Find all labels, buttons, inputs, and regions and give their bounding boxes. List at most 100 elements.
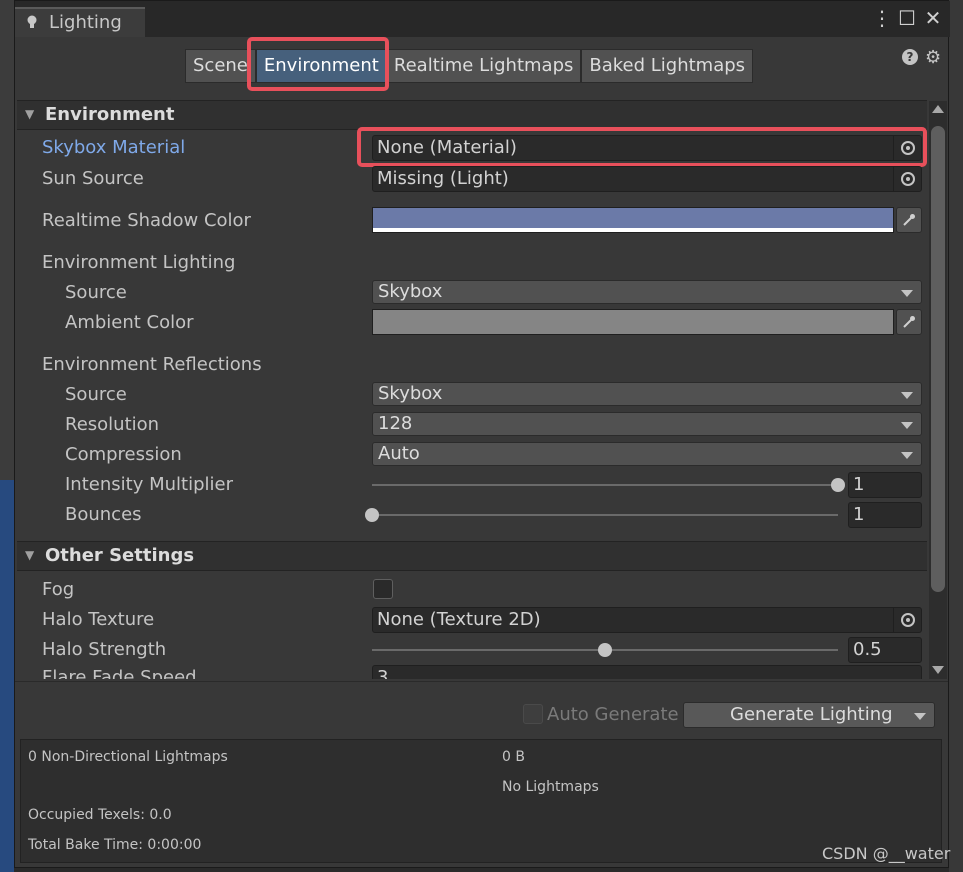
reflection-source-dropdown[interactable]: Skybox (372, 382, 922, 406)
generate-lighting-button[interactable]: Generate Lighting (683, 702, 935, 728)
scrollbar-thumb[interactable] (931, 126, 945, 592)
bounces-field[interactable]: 1 (848, 502, 922, 528)
dropdown-caret-icon (901, 452, 913, 459)
label-skybox-material: Skybox Material (42, 137, 186, 158)
halo-strength-value: 0.5 (853, 639, 882, 660)
label-lighting-source: Source (65, 282, 127, 303)
auto-generate-checkbox[interactable] (523, 704, 543, 724)
intensity-slider-track[interactable] (372, 484, 838, 486)
dropdown-caret-icon (901, 392, 913, 399)
label-fog: Fog (42, 579, 75, 600)
intensity-slider-thumb[interactable] (831, 478, 845, 492)
compression-value: Auto (378, 443, 420, 464)
collapse-arrow-icon: ▼ (25, 107, 35, 121)
lighting-window: Lighting ⋮ ☐ ✕ Scene Environment Realtim… (14, 0, 950, 868)
scroll-clip: Flare Fade Speed 3 (15, 663, 927, 679)
ambient-color-swatch (373, 310, 893, 334)
object-picker-icon[interactable] (893, 167, 921, 191)
background-panel-left (0, 0, 14, 872)
label-environment-reflections: Environment Reflections (42, 354, 262, 375)
bounces-value: 1 (853, 504, 865, 525)
dropdown-caret-icon[interactable] (914, 713, 926, 720)
tab-scene[interactable]: Scene (185, 49, 256, 83)
flare-fade-speed-value: 3 (377, 667, 389, 679)
maximize-icon[interactable]: ☐ (898, 7, 916, 29)
resolution-value: 128 (378, 413, 413, 434)
bounces-slider-track[interactable] (372, 514, 838, 516)
halo-texture-field[interactable]: None (Texture 2D) (372, 607, 922, 633)
eyedropper-icon (903, 316, 915, 328)
section-title-environment: Environment (45, 104, 175, 125)
tab-realtime-lightmaps[interactable]: Realtime Lightmaps (385, 49, 582, 83)
label-resolution: Resolution (65, 414, 160, 435)
label-bounces: Bounces (65, 504, 142, 525)
more-options-icon[interactable]: ⋮ (872, 7, 892, 29)
halo-strength-slider-thumb[interactable] (598, 643, 612, 657)
fog-checkbox[interactable] (373, 579, 393, 599)
lighting-source-dropdown[interactable]: Skybox (372, 280, 922, 304)
watermark: CSDN @__water (822, 844, 951, 863)
flare-fade-speed-field[interactable]: 3 (372, 665, 922, 679)
label-reflection-source: Source (65, 384, 127, 405)
halo-strength-field[interactable]: 0.5 (848, 637, 922, 663)
dropdown-caret-icon (901, 422, 913, 429)
lightmap-stats-panel: 0 Non-Directional Lightmaps 0 B No Light… (20, 739, 942, 863)
close-icon[interactable]: ✕ (924, 7, 942, 29)
highlight-environment-tab (247, 37, 389, 91)
dropdown-caret-icon (901, 290, 913, 297)
compression-dropdown[interactable]: Auto (372, 442, 922, 466)
scroll-down-icon[interactable] (932, 666, 944, 674)
background-scene-view (0, 480, 14, 872)
bounces-slider-thumb[interactable] (365, 508, 379, 522)
stat-size: 0 B (502, 749, 525, 765)
footer-separator (15, 681, 948, 682)
halo-texture-value: None (Texture 2D) (377, 609, 541, 630)
window-tab-lighting[interactable]: Lighting (15, 7, 145, 37)
tab-baked-lightmaps[interactable]: Baked Lightmaps (581, 49, 754, 83)
window-title: Lighting (49, 12, 122, 33)
reflection-source-value: Skybox (378, 383, 443, 404)
gear-icon[interactable]: ⚙ (925, 47, 941, 68)
shadow-color-alpha-bar (373, 228, 893, 232)
section-header-other-settings[interactable]: ▼ Other Settings (17, 541, 927, 571)
label-halo-strength: Halo Strength (42, 639, 167, 660)
scroll-up-icon[interactable] (932, 105, 944, 113)
label-halo-texture: Halo Texture (42, 609, 155, 630)
label-realtime-shadow-color: Realtime Shadow Color (42, 210, 251, 231)
title-bar: Lighting ⋮ ☐ ✕ (15, 1, 950, 37)
resolution-dropdown[interactable]: 128 (372, 412, 922, 436)
background-panel-right (949, 0, 963, 872)
collapse-arrow-icon: ▼ (25, 548, 35, 562)
stat-total-bake-time: Total Bake Time: 0:00:00 (28, 837, 202, 853)
section-title-other-settings: Other Settings (45, 545, 195, 566)
generate-lighting-label: Generate Lighting (730, 704, 893, 725)
vertical-scrollbar[interactable] (929, 101, 947, 679)
section-header-environment[interactable]: ▼ Environment (17, 100, 927, 130)
shadow-color-swatch (373, 208, 893, 228)
stat-no-lightmaps: No Lightmaps (502, 779, 599, 795)
eyedropper-icon (903, 214, 915, 226)
label-environment-lighting: Environment Lighting (42, 252, 236, 273)
realtime-shadow-color-field[interactable] (372, 207, 894, 233)
label-ambient-color: Ambient Color (65, 312, 194, 333)
highlight-skybox-field (357, 127, 927, 167)
label-sun-source: Sun Source (42, 168, 144, 189)
intensity-multiplier-value: 1 (853, 474, 865, 495)
sun-source-value: Missing (Light) (377, 168, 509, 189)
lightbulb-icon (27, 15, 37, 28)
stat-occupied-texels: Occupied Texels: 0.0 (28, 807, 172, 823)
label-intensity-multiplier: Intensity Multiplier (65, 474, 233, 495)
stat-non-directional: 0 Non-Directional Lightmaps (28, 749, 228, 765)
eyedropper-button[interactable] (896, 309, 922, 335)
auto-generate-label: Auto Generate (547, 704, 679, 725)
object-picker-icon[interactable] (893, 608, 921, 632)
label-compression: Compression (65, 444, 182, 465)
sun-source-field[interactable]: Missing (Light) (372, 166, 922, 192)
intensity-multiplier-field[interactable]: 1 (848, 472, 922, 498)
help-icon[interactable]: ? (902, 49, 918, 65)
ambient-color-field[interactable] (372, 309, 894, 335)
window-controls: ⋮ ☐ ✕ (872, 7, 942, 29)
label-flare-fade-speed: Flare Fade Speed (42, 667, 197, 679)
lighting-source-value: Skybox (378, 281, 443, 302)
eyedropper-button[interactable] (896, 207, 922, 233)
